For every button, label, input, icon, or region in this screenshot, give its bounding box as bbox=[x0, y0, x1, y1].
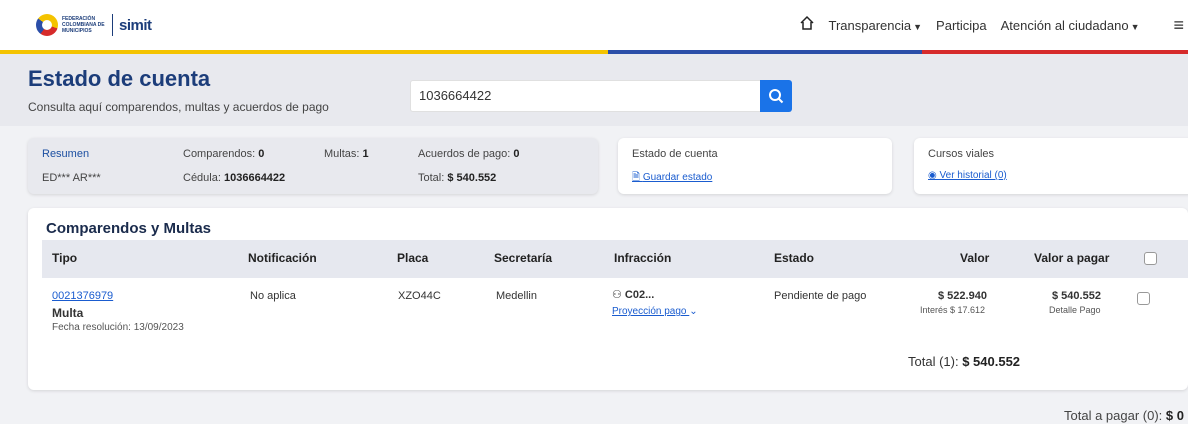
label: Total (1): bbox=[908, 354, 959, 369]
estado-cuenta-card: Estado de cuenta 🗎 Guardar estado bbox=[618, 138, 892, 194]
row-checkbox[interactable] bbox=[1137, 292, 1150, 305]
select-all-checkbox[interactable] bbox=[1144, 252, 1157, 265]
document-icon: 🗎 bbox=[632, 172, 643, 183]
simit-logo: simit bbox=[119, 16, 152, 34]
page-title: Estado de cuenta bbox=[28, 66, 211, 91]
logo[interactable]: FEDERACIÓN COLOMBIANA DE MUNICIPIOS simi… bbox=[36, 10, 152, 40]
th-estado: Estado bbox=[774, 251, 815, 265]
nav-atencion-ciudadano[interactable]: Atención al ciudadano ▼ bbox=[1001, 18, 1140, 33]
row-valor: $ 522.940 bbox=[938, 290, 987, 302]
home-icon[interactable] bbox=[799, 15, 815, 36]
summary-name: ED*** AR*** bbox=[42, 172, 101, 184]
summary-acuerdos: Acuerdos de pago: 0 bbox=[418, 148, 520, 160]
page-subtitle: Consulta aquí comparendos, multas y acue… bbox=[28, 100, 329, 114]
row-fecha: Fecha resolución: 13/09/2023 bbox=[52, 322, 184, 333]
row-tipo: Multa bbox=[52, 306, 84, 320]
eye-icon: ◉ bbox=[928, 170, 940, 181]
proyeccion-pago-link[interactable]: Proyección pago ⌄ bbox=[612, 306, 698, 317]
value: 0 bbox=[513, 148, 520, 160]
summary-title[interactable]: Resumen bbox=[42, 148, 89, 160]
value: 1 bbox=[362, 148, 369, 160]
logo-divider bbox=[112, 14, 113, 36]
caret-down-icon: ▼ bbox=[1130, 21, 1140, 32]
th-secretaria: Secretaría bbox=[494, 251, 553, 265]
value: $ 0 bbox=[1165, 408, 1184, 423]
value: $ 540.552 bbox=[447, 172, 497, 184]
table-header: Tipo Notificación Placa Secretaría Infra… bbox=[42, 240, 1188, 278]
th-valor-pagar: Valor a pagar bbox=[1034, 251, 1110, 265]
row-notificacion: No aplica bbox=[250, 290, 296, 302]
nav-label: Atención al ciudadano bbox=[1000, 17, 1129, 33]
caret-down-icon: ▼ bbox=[913, 21, 923, 32]
comparendo-number-link[interactable]: 0021376979 bbox=[52, 290, 113, 302]
search-input[interactable]: 1036664422 bbox=[410, 80, 760, 112]
ver-historial-link[interactable]: ◉ Ver historial (0) bbox=[928, 170, 1007, 181]
nav-transparencia[interactable]: Transparencia ▼ bbox=[829, 18, 923, 33]
row-estado: Pendiente de pago bbox=[774, 290, 867, 302]
nav-participa[interactable]: Participa bbox=[936, 18, 987, 33]
search-icon bbox=[769, 89, 784, 104]
row-interes: Interés $ 17.612 bbox=[920, 305, 986, 315]
th-placa: Placa bbox=[397, 251, 429, 265]
summary-cedula: Cédula: 1036664422 bbox=[183, 172, 285, 184]
logo-text: FEDERACIÓN COLOMBIANA DE MUNICIPIOS bbox=[62, 16, 105, 34]
link-label: Ver historial (0) bbox=[939, 170, 1007, 181]
section-title: Comparendos y Multas bbox=[46, 220, 212, 237]
page-header: Estado de cuenta Consulta aquí comparend… bbox=[0, 54, 1188, 126]
row-valor-pagar: $ 540.552 bbox=[1052, 290, 1101, 302]
nav-label: Transparencia bbox=[828, 17, 912, 33]
link-label: Proyección pago bbox=[612, 306, 687, 317]
value: 1036664422 bbox=[223, 172, 286, 184]
label: Total: bbox=[418, 172, 445, 184]
cursos-viales-card: Cursos viales ◉ Ver historial (0) bbox=[914, 138, 1188, 194]
comparendos-card: Comparendos y Multas Tipo Notificación P… bbox=[28, 208, 1188, 390]
estado-card-title: Estado de cuenta bbox=[632, 148, 718, 160]
th-valor: Valor bbox=[960, 251, 990, 265]
th-infraccion: Infracción bbox=[614, 251, 672, 265]
value: $ 540.552 bbox=[962, 354, 1021, 369]
search-button[interactable] bbox=[760, 80, 792, 112]
summary-card: Resumen ED*** AR*** Comparendos: 0 Cédul… bbox=[28, 138, 598, 194]
summary-comparendos: Comparendos: 0 bbox=[183, 148, 264, 160]
row-secretaria: Medellin bbox=[496, 290, 537, 302]
infraccion-code: C02... bbox=[624, 289, 655, 301]
value: 0 bbox=[258, 148, 265, 160]
top-navbar: FEDERACIÓN COLOMBIANA DE MUNICIPIOS simi… bbox=[0, 0, 1188, 50]
chevron-down-icon: ⌄ bbox=[689, 306, 698, 317]
row-placa: XZO44C bbox=[398, 290, 441, 302]
th-notificacion: Notificación bbox=[248, 251, 317, 265]
label: Comparendos: bbox=[183, 148, 256, 160]
hamburger-menu-icon[interactable]: ≡ bbox=[1173, 15, 1184, 36]
person-icon: ⚇ bbox=[612, 289, 625, 301]
fcm-logo-icon bbox=[36, 14, 58, 36]
summary-multas: Multas: 1 bbox=[324, 148, 369, 160]
cursos-card-title: Cursos viales bbox=[928, 148, 995, 160]
row-infraccion: ⚇ C02... bbox=[612, 288, 654, 301]
label: Cédula: bbox=[183, 172, 221, 184]
guardar-estado-link[interactable]: 🗎 Guardar estado bbox=[632, 170, 712, 187]
summary-total: Total: $ 540.552 bbox=[418, 172, 496, 184]
label: Total a pagar (0): bbox=[1064, 408, 1163, 423]
table-total: Total (1): $ 540.552 bbox=[908, 354, 1020, 369]
link-label: Guardar estado bbox=[642, 172, 713, 183]
label: Acuerdos de pago: bbox=[418, 148, 511, 160]
total-a-pagar: Total a pagar (0): $ 0 bbox=[1064, 408, 1184, 423]
detalle-pago-link[interactable]: Detalle Pago bbox=[1049, 305, 1101, 315]
label: Multas: bbox=[324, 148, 360, 160]
th-tipo: Tipo bbox=[52, 251, 78, 265]
